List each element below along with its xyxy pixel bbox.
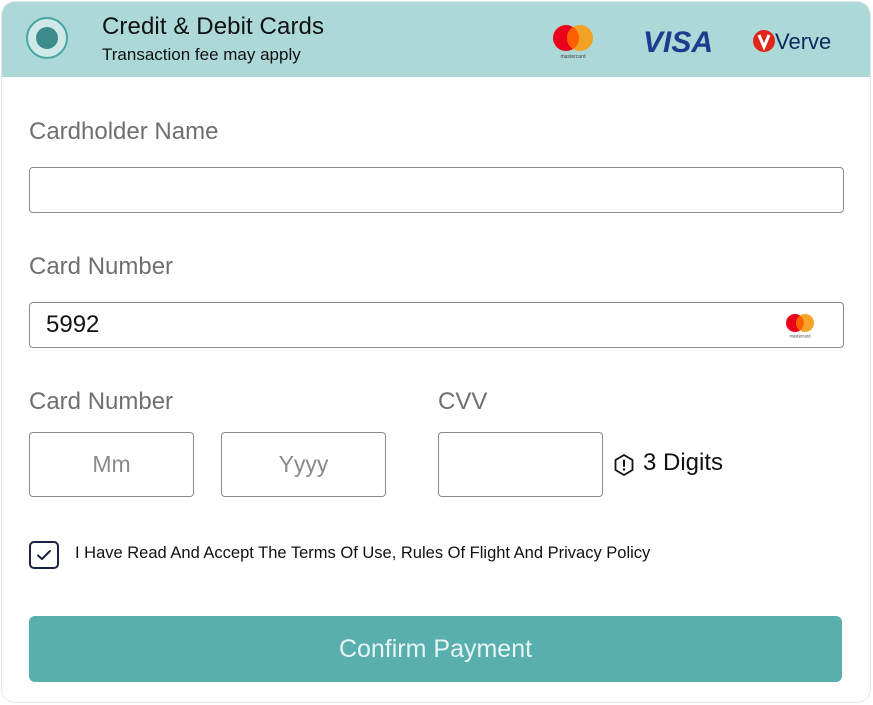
confirm-payment-button[interactable]: Confirm Payment <box>29 616 842 682</box>
radio-selected-dot <box>36 27 58 49</box>
checkmark-icon <box>37 550 51 560</box>
mastercard-logo: mastercard <box>553 25 593 60</box>
payment-method-subtitle: Transaction fee may apply <box>102 45 301 64</box>
expiry-year-input[interactable] <box>221 432 386 497</box>
verve-logo: Verve <box>753 29 831 54</box>
terms-text: I Have Read And Accept The Terms Of Use,… <box>75 544 651 562</box>
cvv-label: CVV <box>438 388 488 415</box>
visa-logo-text: VISA <box>643 26 713 58</box>
mastercard-logo-text: mastercard <box>560 54 585 60</box>
terms-checkbox[interactable] <box>29 541 59 569</box>
payment-method-title: Credit & Debit Cards <box>102 13 325 40</box>
payment-method-radio[interactable] <box>26 17 68 59</box>
verve-logo-text: Verve <box>775 29 831 54</box>
expiry-label: Card Number <box>29 388 174 415</box>
expiry-month-input[interactable] <box>29 432 194 497</box>
cardholder-name-input[interactable] <box>29 167 844 213</box>
payment-method-header[interactable]: Credit & Debit Cards Transaction fee may… <box>2 2 870 77</box>
cvv-hint: 3 Digits <box>643 449 724 476</box>
card-type-mastercard-icon: mastercard <box>786 314 814 339</box>
info-hexagon-icon <box>614 454 634 476</box>
payment-card: Credit & Debit Cards Transaction fee may… <box>1 1 871 703</box>
card-input-logo-text: mastercard <box>790 334 812 339</box>
card-number-input[interactable] <box>29 302 844 348</box>
cvv-input[interactable] <box>438 432 603 497</box>
visa-logo: VISA <box>643 26 713 58</box>
card-number-label: Card Number <box>29 253 174 280</box>
cardholder-name-label: Cardholder Name <box>29 118 219 145</box>
